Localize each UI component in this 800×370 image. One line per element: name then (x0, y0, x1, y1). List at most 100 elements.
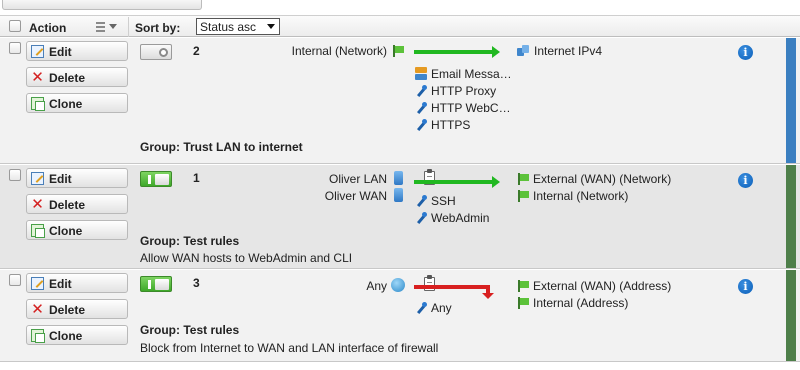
edit-icon (31, 172, 44, 185)
network-flag-icon (392, 45, 404, 57)
rule-comment: Block from Internet to WAN and LAN inter… (140, 341, 439, 355)
clone-button[interactable]: Clone (26, 220, 128, 240)
top-toolbar-button-stub[interactable] (2, 0, 202, 10)
service-item: SSH (415, 194, 456, 208)
rule-enable-toggle[interactable] (140, 44, 172, 60)
service-wrench-icon (415, 195, 427, 207)
delete-button-label: Delete (49, 198, 86, 212)
edit-button-label: Edit (49, 172, 72, 186)
info-icon[interactable]: i (738, 279, 753, 294)
info-icon[interactable]: i (738, 173, 753, 188)
delete-x-icon: ✕ (31, 301, 44, 318)
service-item: HTTP Proxy (415, 84, 496, 98)
rule-enable-toggle[interactable] (140, 276, 172, 292)
drop-arrow-icon (414, 285, 494, 299)
rule-position: 3 (193, 276, 200, 290)
service-name: HTTP WebC… (431, 101, 511, 115)
service-name: HTTP Proxy (431, 84, 497, 98)
clone-button-label: Clone (49, 329, 83, 343)
delete-x-icon: ✕ (31, 69, 44, 86)
service-name: HTTPS (431, 118, 471, 132)
source-host: Oliver WAN (324, 189, 387, 203)
host-icon (394, 188, 403, 202)
clone-icon (31, 329, 45, 343)
service-group-icon (415, 67, 427, 80)
rule-status-strip (786, 38, 796, 163)
sort-select[interactable]: Status asc (196, 18, 280, 35)
globe-icon (391, 278, 405, 292)
edit-icon (31, 45, 44, 58)
source-host: Oliver LAN (328, 172, 387, 186)
host-icon (394, 171, 403, 185)
service-item: Any (415, 301, 452, 315)
sort-select-value: Status asc (200, 20, 257, 34)
rule-row: Edit ✕ Delete Clone 1 Oliver LAN Oliver … (0, 165, 800, 269)
edit-button-label: Edit (49, 45, 72, 59)
delete-button[interactable]: ✕ Delete (26, 299, 128, 319)
destination-item: External (WAN) (Network) (517, 172, 671, 186)
rule-group: Group: Trust LAN to internet (140, 140, 303, 154)
service-wrench-icon (415, 212, 427, 224)
column-menu-icon[interactable] (96, 20, 120, 34)
source-any: Any (366, 279, 387, 293)
destination-item: Internet IPv4 (517, 44, 602, 58)
clone-button[interactable]: Clone (26, 325, 128, 345)
service-wrench-icon (415, 119, 427, 131)
clone-button[interactable]: Clone (26, 93, 128, 113)
network-flag-icon (517, 190, 529, 202)
service-item: Email Messa… (415, 67, 512, 81)
action-column-header: Action (29, 21, 67, 35)
delete-button-label: Delete (49, 71, 86, 85)
delete-x-icon: ✕ (31, 196, 44, 213)
destination-item: External (WAN) (Address) (517, 279, 671, 293)
service-name: SSH (431, 194, 456, 208)
select-all-checkbox[interactable] (9, 20, 21, 32)
delete-button[interactable]: ✕ Delete (26, 67, 128, 87)
rule-row: Edit ✕ Delete Clone 3 Any Any External (… (0, 270, 800, 362)
rule-enable-toggle[interactable] (140, 171, 172, 187)
destination-name: External (WAN) (Address) (533, 279, 672, 293)
network-flag-icon (517, 280, 529, 292)
service-name: Email Messa… (431, 67, 512, 81)
rule-position: 1 (193, 171, 200, 185)
rule-group: Group: Test rules (140, 323, 240, 337)
header-divider (128, 17, 129, 37)
destination-item: Internal (Network) (517, 189, 628, 203)
clone-icon (31, 97, 45, 111)
rule-checkbox[interactable] (9, 274, 21, 286)
destination-name: Internal (Network) (533, 189, 629, 203)
clone-icon (31, 224, 45, 238)
edit-icon (31, 277, 44, 290)
service-wrench-icon (415, 85, 427, 97)
destination-name: External (WAN) (Network) (533, 172, 672, 186)
clone-button-label: Clone (49, 97, 83, 111)
service-item: WebAdmin (415, 211, 489, 225)
rule-comment: Allow WAN hosts to WebAdmin and CLI (140, 251, 353, 265)
service-item: HTTP WebC… (415, 101, 511, 115)
service-name: WebAdmin (431, 211, 490, 225)
rule-status-strip (786, 270, 796, 361)
edit-button-label: Edit (49, 277, 72, 291)
network-flag-icon (517, 173, 529, 185)
chevron-down-icon (267, 24, 275, 29)
rule-group: Group: Test rules (140, 234, 240, 248)
service-wrench-icon (415, 102, 427, 114)
allow-arrow-icon (414, 46, 500, 58)
allow-arrow-icon (414, 176, 500, 188)
delete-button[interactable]: ✕ Delete (26, 194, 128, 214)
destination-name: Internal (Address) (533, 296, 629, 310)
source-network: Internal (Network) (291, 44, 387, 58)
network-flag-icon (517, 297, 529, 309)
service-item: HTTPS (415, 118, 470, 132)
edit-button[interactable]: Edit (26, 168, 128, 188)
info-icon[interactable]: i (738, 45, 753, 60)
rule-row: Edit ✕ Delete Clone 2 Internal (Network)… (0, 38, 800, 164)
network-icon (517, 45, 530, 57)
edit-button[interactable]: Edit (26, 273, 128, 293)
edit-button[interactable]: Edit (26, 41, 128, 61)
rule-position: 2 (193, 44, 200, 58)
rule-checkbox[interactable] (9, 42, 21, 54)
rule-checkbox[interactable] (9, 169, 21, 181)
table-header: Action Sort by: Status asc (0, 15, 800, 37)
rule-status-strip (786, 165, 796, 268)
